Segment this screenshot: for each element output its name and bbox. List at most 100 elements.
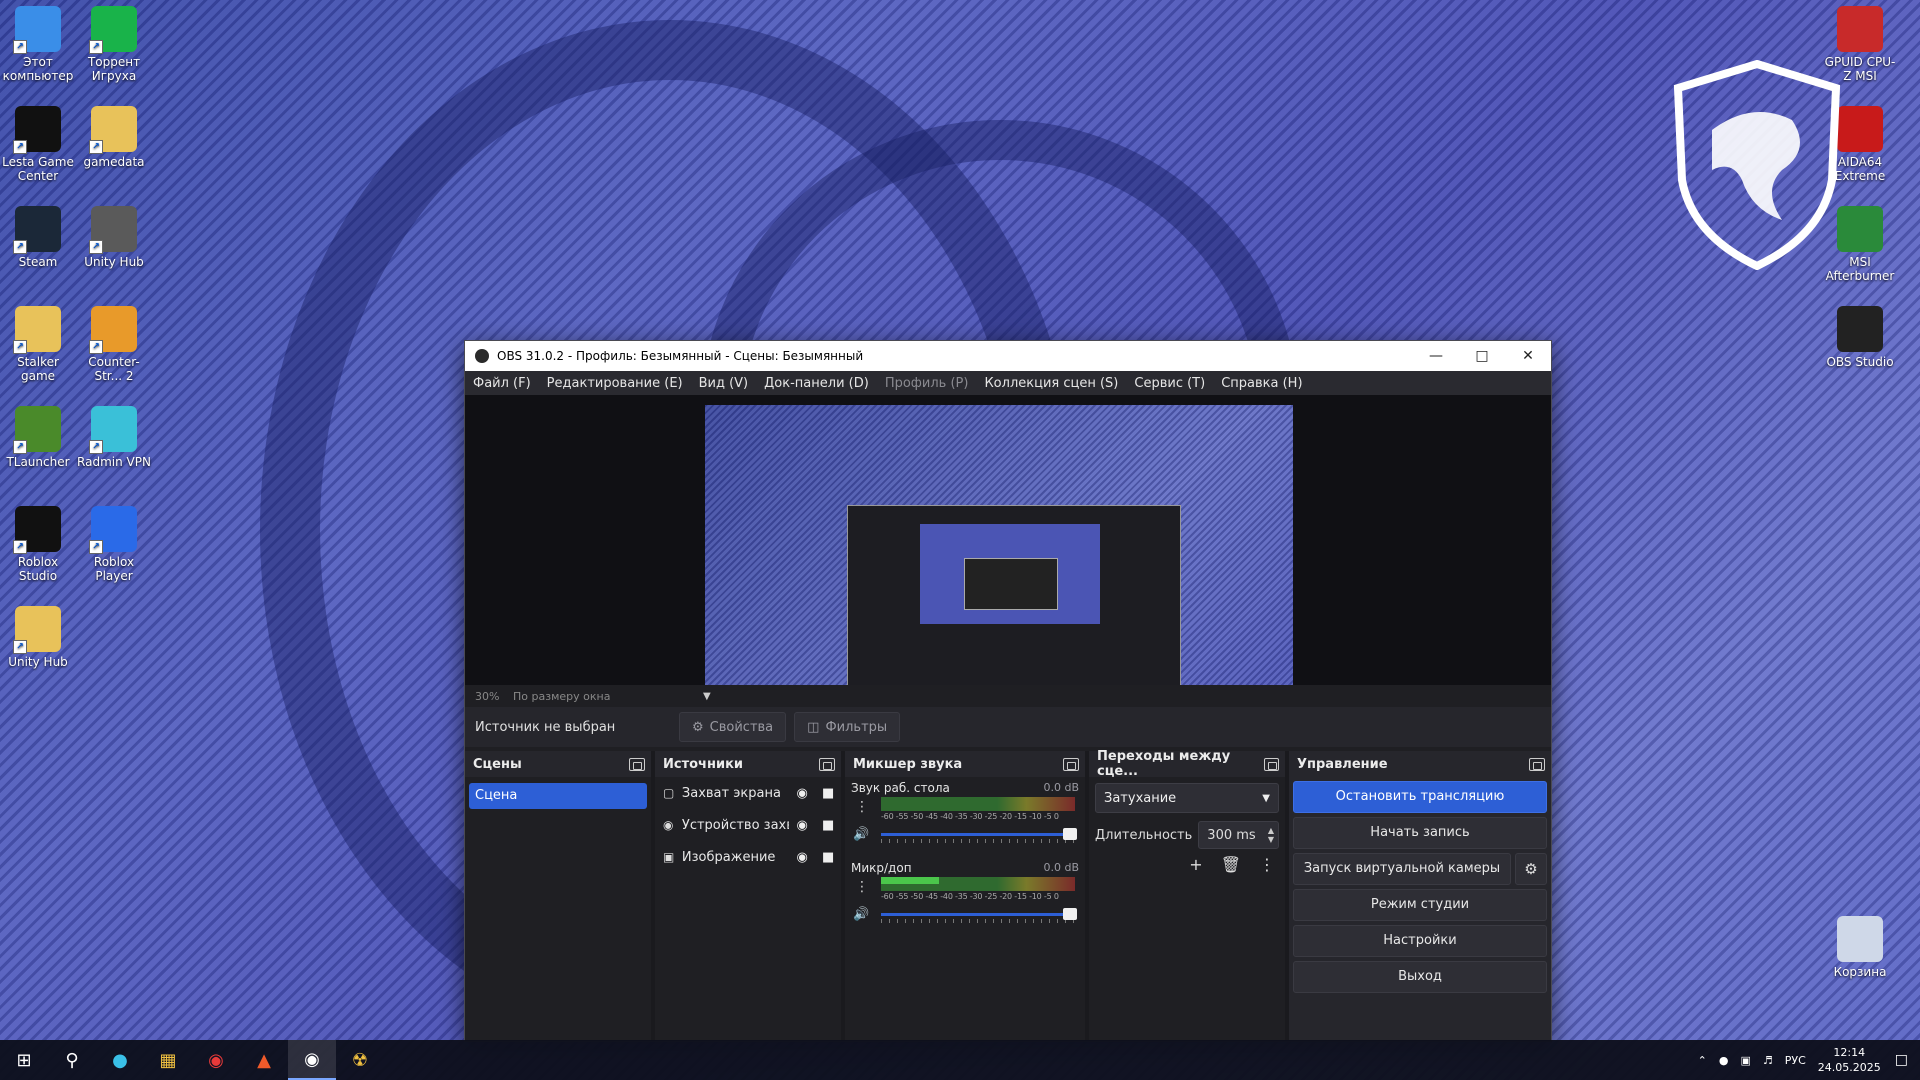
network-icon[interactable]: ▣ xyxy=(1740,1054,1750,1067)
desktop-icon[interactable]: ↗ Roblox Studio xyxy=(0,500,76,583)
desktop-icon[interactable]: ↗ TLauncher xyxy=(0,400,76,469)
gear-icon[interactable]: ⚙ xyxy=(1515,853,1547,885)
obs-titlebar[interactable]: OBS 31.0.2 - Профиль: Безымянный - Сцены… xyxy=(465,341,1551,371)
undock-icon[interactable] xyxy=(1063,757,1079,771)
more-options-icon[interactable]: ⋮ xyxy=(855,799,869,815)
control-button[interactable]: Настройки xyxy=(1293,925,1547,957)
duration-input[interactable]: 300 ms ▲ ▼ xyxy=(1198,821,1279,849)
lock-icon[interactable]: ■ xyxy=(815,850,841,865)
desktop-icon[interactable]: ↗ Торрент Игруха xyxy=(76,0,152,83)
undock-icon[interactable] xyxy=(1529,757,1545,771)
volume-slider[interactable] xyxy=(881,828,1077,843)
desktop-icon-label: TLauncher xyxy=(6,455,70,469)
transitions-dock: Переходы между сце... Затухание ▼ Длител… xyxy=(1089,749,1289,1041)
desktop-icon[interactable]: OBS Studio xyxy=(1822,300,1898,369)
control-button[interactable]: Режим студии xyxy=(1293,889,1547,921)
source-item[interactable]: ◉ Устройство захв ◉ ■ xyxy=(655,809,841,841)
eye-icon[interactable]: ◉ xyxy=(789,818,815,833)
close-button[interactable]: ✕ xyxy=(1505,341,1551,371)
trash-icon[interactable]: 🗑 xyxy=(1221,855,1241,874)
undock-icon[interactable] xyxy=(819,757,835,771)
roblox-studio-icon: ↗ xyxy=(13,506,61,554)
roblox-icon: ↗ xyxy=(89,506,137,554)
more-options-icon[interactable]: ⋮ xyxy=(855,879,869,895)
desktop-icon[interactable]: ↗ Lesta Game Center xyxy=(0,100,76,183)
yandex-browser-icon[interactable]: ◉ xyxy=(192,1040,240,1080)
maximize-button[interactable]: □ xyxy=(1459,341,1505,371)
source-item[interactable]: ▢ Захват экрана ◉ ■ xyxy=(655,777,841,809)
volume-slider[interactable] xyxy=(881,908,1077,923)
eye-icon[interactable]: ◉ xyxy=(789,850,815,865)
desktop-icon[interactable]: ↗ Unity Hub xyxy=(0,600,76,669)
volume-icon[interactable]: ♬ xyxy=(1763,1054,1773,1067)
filter-icon: ◫ xyxy=(807,719,820,735)
chevron-up-icon[interactable]: ⌃ xyxy=(1698,1054,1707,1067)
lock-icon[interactable]: ■ xyxy=(815,818,841,833)
taskbar: ⊞ ⚲ ● ▦ ◉ ▲ ◉ ☢ ⌃ ● ▣ ♬ РУС 12:14 24.05.… xyxy=(0,1040,1920,1080)
volume-icon[interactable]: 🔊 xyxy=(853,827,869,842)
desktop-icon[interactable]: ↗ Этот компьютер xyxy=(0,0,76,83)
desktop-icon-label: Radmin VPN xyxy=(77,455,151,469)
preview-canvas[interactable] xyxy=(465,395,1551,735)
notifications-icon[interactable]: □ xyxy=(1895,1052,1908,1068)
brave-icon[interactable]: ▲ xyxy=(240,1040,288,1080)
shortcut-arrow-icon: ↗ xyxy=(89,40,103,54)
eye-icon[interactable]: ◉ xyxy=(789,786,815,801)
slider-knob[interactable] xyxy=(1063,908,1077,920)
desktop-icon[interactable]: Корзина xyxy=(1822,910,1898,979)
duration-label: Длительность xyxy=(1095,827,1193,843)
scenes-dock: Сцены Сцена xyxy=(465,751,655,1041)
edge-icon[interactable]: ● xyxy=(96,1040,144,1080)
clock[interactable]: 12:14 24.05.2025 xyxy=(1818,1045,1881,1075)
search-icon[interactable]: ⚲ xyxy=(48,1040,96,1080)
folder-icon: ↗ xyxy=(13,606,61,654)
explorer-icon[interactable]: ▦ xyxy=(144,1040,192,1080)
desktop-icon[interactable]: ↗ Counter-Str... 2 xyxy=(76,300,152,383)
menu-item[interactable]: Сервис (T) xyxy=(1134,376,1205,391)
language-indicator[interactable]: РУС xyxy=(1785,1054,1806,1067)
microphone-icon[interactable]: ● xyxy=(1719,1054,1729,1067)
stalker-taskbar-icon[interactable]: ☢ xyxy=(336,1040,384,1080)
menu-item[interactable]: Коллекция сцен (S) xyxy=(984,376,1118,391)
desktop-icon[interactable]: ↗ Roblox Player xyxy=(76,500,152,583)
menu-item[interactable]: Док-панели (D) xyxy=(764,376,869,391)
volume-icon[interactable]: 🔊 xyxy=(853,907,869,922)
menu-item[interactable]: Вид (V) xyxy=(699,376,749,391)
desktop-icon[interactable]: ↗ gamedata xyxy=(76,100,152,169)
add-icon[interactable]: + xyxy=(1189,855,1202,874)
spinner-icon[interactable]: ▲ ▼ xyxy=(1268,826,1274,844)
obs-taskbar-icon[interactable]: ◉ xyxy=(288,1040,336,1080)
channel-db: 0.0 dB xyxy=(1043,781,1079,794)
desktop-icon[interactable]: ↗ Stalker game xyxy=(0,300,76,383)
desktop-icon[interactable]: ↗ Radmin VPN xyxy=(76,400,152,469)
undock-icon[interactable] xyxy=(629,757,645,771)
undock-icon[interactable] xyxy=(1263,757,1279,771)
folder-icon: ↗ xyxy=(13,306,61,354)
slider-knob[interactable] xyxy=(1063,828,1077,840)
menu-item[interactable]: Справка (H) xyxy=(1221,376,1302,391)
transition-select[interactable]: Затухание ▼ xyxy=(1095,783,1279,813)
volume-meter: -60 -55 -50 -45 -40 -35 -30 -25 -20 -15 … xyxy=(881,877,1075,901)
source-item[interactable]: ▣ Изображение ◉ ■ xyxy=(655,841,841,873)
shortcut-arrow-icon: ↗ xyxy=(13,140,27,154)
minimize-button[interactable]: — xyxy=(1413,341,1459,371)
filters-button[interactable]: ◫ Фильтры xyxy=(794,712,901,742)
control-button[interactable]: Начать запись xyxy=(1293,817,1547,849)
lock-icon[interactable]: ■ xyxy=(815,786,841,801)
zoom-fit-select[interactable]: По размеру окна xyxy=(513,690,703,703)
scene-item[interactable]: Сцена xyxy=(469,783,647,809)
more-options-icon[interactable]: ⋮ xyxy=(1259,855,1275,874)
desktop-icon[interactable]: ↗ Unity Hub xyxy=(76,200,152,269)
virtual-camera-button[interactable]: Запуск виртуальной камеры xyxy=(1293,853,1511,885)
control-button[interactable]: Выход xyxy=(1293,961,1547,993)
shortcut-arrow-icon: ↗ xyxy=(89,240,103,254)
windows-start-icon[interactable]: ⊞ xyxy=(0,1040,48,1080)
properties-label: Свойства xyxy=(709,719,774,735)
control-button[interactable]: Остановить трансляцию xyxy=(1293,781,1547,813)
menu-item[interactable]: Профиль (P) xyxy=(885,376,969,391)
chevron-down-icon[interactable]: ▼ xyxy=(703,691,711,702)
menu-item[interactable]: Редактирование (E) xyxy=(547,376,683,391)
desktop-icon[interactable]: ↗ Steam xyxy=(0,200,76,269)
properties-button[interactable]: ⚙ Свойства xyxy=(679,712,787,742)
menu-item[interactable]: Файл (F) xyxy=(473,376,531,391)
